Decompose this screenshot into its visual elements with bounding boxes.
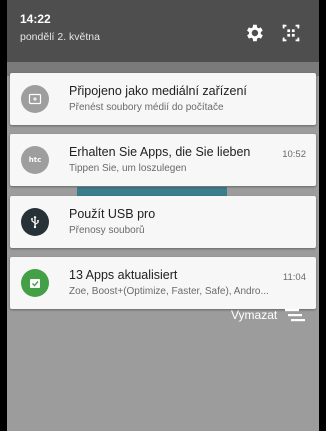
status-bar: 14:22 pondělí 2. května (7, 0, 319, 62)
notification-usb-media[interactable]: Připojeno jako mediální zařízení Přenést… (10, 73, 316, 125)
notification-time: 10:52 (282, 149, 306, 160)
quick-settings-icon[interactable] (280, 22, 302, 44)
notification-title: 13 Apps aktualisiert (69, 268, 178, 282)
notification-title: Použít USB pro (69, 207, 156, 221)
dimmed-background (7, 320, 319, 431)
notification-subtitle: Tippen Sie, um loszulegen (69, 163, 187, 174)
notification-subtitle: Přenosy souborů (69, 225, 145, 236)
htc-icon: htc (21, 146, 49, 174)
background-app-edge (77, 187, 227, 196)
gear-icon[interactable] (243, 22, 265, 44)
notification-title: Připojeno jako mediální zařízení (69, 84, 247, 98)
notification-subtitle: Přenést soubory médií do počítače (69, 102, 224, 113)
notification-shade: 14:22 pondělí 2. května Připojeno jako m… (7, 0, 319, 431)
notification-subtitle: Zoe, Boost+(Optimize, Faster, Safe), And… (69, 286, 269, 297)
notification-usb-mode[interactable]: Použít USB pro Přenosy souborů (10, 196, 316, 248)
notification-apps-updated[interactable]: 13 Apps aktualisiert Zoe, Boost+(Optimiz… (10, 257, 316, 309)
usb-icon (21, 208, 49, 236)
clear-all-button[interactable]: Vymazat (231, 305, 306, 325)
usb-media-icon (21, 85, 49, 113)
clock: 14:22 (20, 12, 51, 26)
notification-title: Erhalten Sie Apps, die Sie lieben (69, 145, 251, 159)
date-label: pondělí 2. května (20, 31, 100, 43)
play-store-update-icon (21, 269, 49, 297)
clear-all-label: Vymazat (231, 308, 278, 322)
clear-all-icon (285, 309, 306, 322)
notification-time: 11:04 (282, 272, 306, 283)
notification-htc-apps[interactable]: htc Erhalten Sie Apps, die Sie lieben Ti… (10, 134, 316, 186)
